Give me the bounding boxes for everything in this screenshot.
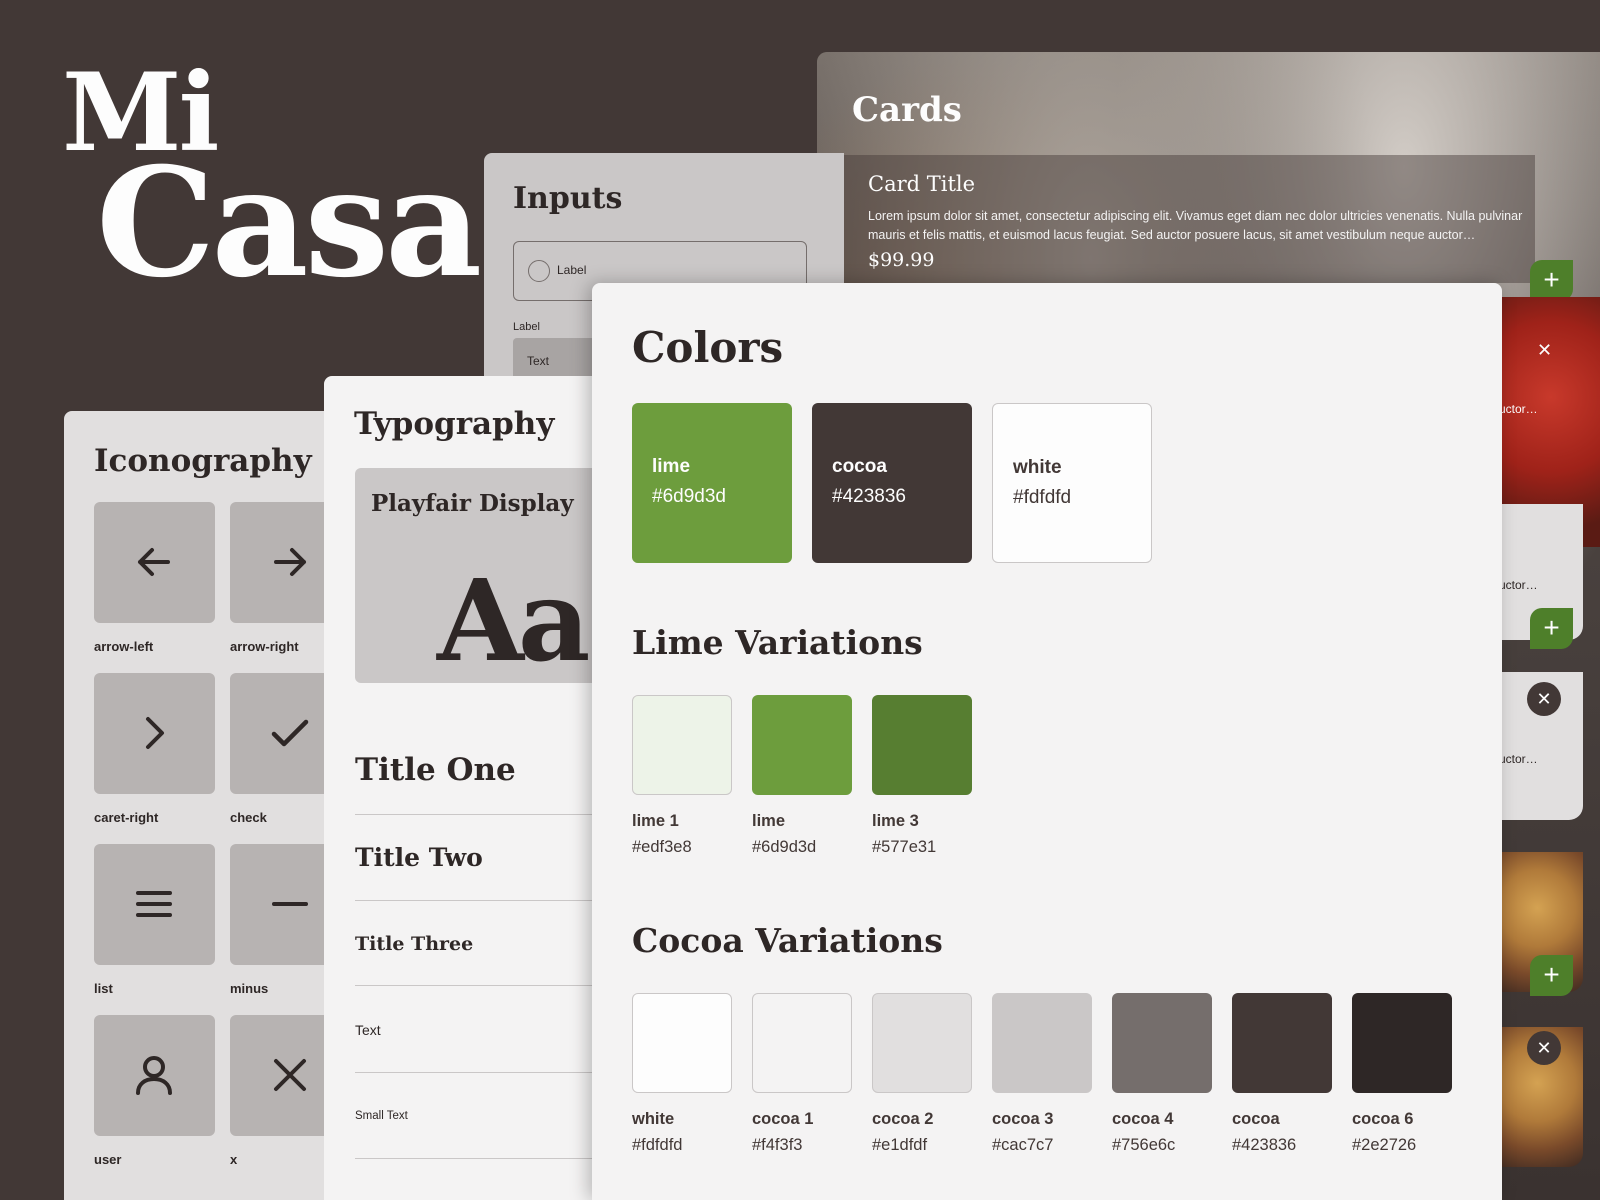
arrow-left-icon (138, 548, 170, 576)
caret-right-tile (94, 673, 215, 794)
swatch-name: cocoa 2 (872, 1110, 934, 1128)
close-circle-icon[interactable]: ✕ (1527, 682, 1561, 716)
iconography-title: Iconography (94, 443, 312, 479)
radio-label: Label (557, 263, 587, 277)
card-text-truncated: uctor… (1499, 402, 1538, 416)
icon-label: minus (230, 981, 269, 996)
color-swatch (1352, 993, 1452, 1093)
swatch-hex: #cac7c7 (992, 1136, 1054, 1154)
user-icon (136, 1056, 172, 1095)
check-icon (271, 719, 309, 747)
icon-label: x (230, 1152, 238, 1167)
text-field-value: Text (527, 354, 550, 368)
add-button[interactable]: + (1530, 955, 1573, 996)
typography-panel: Typography Playfair Display Aa Title One… (324, 376, 624, 1200)
card-title: Card Title (868, 172, 976, 196)
logo-line-casa: Casa (96, 135, 482, 311)
icon-label: arrow-left (94, 639, 154, 654)
arrow-right-icon (274, 548, 306, 576)
type-style-text: Text (355, 1022, 624, 1073)
user-tile (94, 1015, 215, 1136)
swatch-name: lime 1 (632, 812, 679, 830)
list-icon (136, 891, 172, 917)
typography-title: Typography (354, 406, 555, 442)
swatch-hex: #f4f3f3 (752, 1136, 803, 1154)
caret-right-icon (146, 717, 164, 749)
swatch-hex: #edf3e8 (632, 838, 692, 856)
swatch-name: cocoa 6 (1352, 1110, 1414, 1128)
colors-title: Colors (632, 323, 784, 372)
swatch-name: white (1013, 457, 1062, 478)
color-swatch (752, 993, 852, 1093)
swatch-name: white (632, 1110, 675, 1128)
color-swatch (1232, 993, 1332, 1093)
font-name: Playfair Display (371, 490, 574, 517)
cocoa-variations-title: Cocoa Variations (632, 921, 943, 960)
close-icon[interactable]: ✕ (1537, 340, 1552, 361)
card-text-truncated: uctor… (1499, 578, 1538, 592)
swatch-hex: #e1dfdf (872, 1136, 928, 1154)
list-tile (94, 844, 215, 965)
iconography-panel: Iconography arrow-left arrow-right caret… (64, 411, 364, 1200)
swatch-name: cocoa 4 (1112, 1110, 1174, 1128)
color-swatch (992, 993, 1092, 1093)
font-sample-card: Playfair Display Aa (355, 468, 615, 687)
card-description: Lorem ipsum dolor sit amet, consectetur … (868, 209, 1523, 242)
swatch-hex: #fdfdfd (1013, 487, 1072, 508)
colors-panel: Colors lime #6d9d3d cocoa #423836 white … (592, 283, 1502, 1200)
swatch-name: cocoa (832, 456, 887, 477)
swatch-cocoa: cocoa #423836 (812, 403, 972, 563)
type-style-title-two: Title Two (355, 843, 624, 901)
swatch-name: cocoa 1 (752, 1110, 814, 1128)
swatch-name: cocoa (1232, 1110, 1280, 1128)
minus-icon (272, 902, 308, 906)
swatch-hex: #fdfdfd (632, 1136, 683, 1154)
close-circle-icon[interactable]: ✕ (1527, 1031, 1561, 1065)
color-swatch (872, 695, 972, 795)
swatch-lime: lime #6d9d3d (632, 403, 792, 563)
swatch-hex: #2e2726 (1352, 1136, 1417, 1154)
swatch-white: white #fdfdfd (992, 403, 1152, 563)
add-button[interactable]: + (1530, 260, 1573, 301)
lime-variations-title: Lime Variations (632, 623, 923, 662)
icon-label: check (230, 810, 267, 825)
color-swatch (1112, 993, 1212, 1093)
swatch-name: lime 3 (872, 812, 919, 830)
swatch-hex: #6d9d3d (652, 486, 726, 507)
card-text-truncated: uctor… (1499, 752, 1538, 766)
swatch-hex: #756e6c (1112, 1136, 1176, 1154)
color-swatch (752, 695, 852, 795)
card-price: $99.99 (868, 249, 935, 271)
color-swatch (872, 993, 972, 1093)
swatch-hex: #423836 (832, 486, 906, 507)
inputs-title: Inputs (513, 181, 623, 216)
font-sample: Aa (437, 556, 590, 687)
radio-button[interactable] (528, 260, 550, 282)
cards-title: Cards (852, 90, 962, 130)
type-style-small-text: Small Text (355, 1110, 624, 1159)
swatch-name: lime (652, 456, 691, 477)
swatch-hex: #423836 (1232, 1136, 1297, 1154)
swatch-name: cocoa 3 (992, 1110, 1054, 1128)
color-swatch (632, 695, 732, 795)
icon-label: caret-right (94, 810, 159, 825)
swatch-hex: #577e31 (872, 838, 937, 856)
type-style-title-one: Title One (355, 752, 624, 815)
swatch-name: lime (752, 812, 786, 830)
color-swatch (632, 993, 732, 1093)
x-icon (274, 1059, 306, 1091)
icon-label: list (94, 981, 113, 996)
icon-label: arrow-right (230, 639, 299, 654)
swatch-hex: #6d9d3d (752, 838, 817, 856)
add-button[interactable]: + (1530, 608, 1573, 649)
type-style-title-three: Title Three (355, 933, 624, 986)
icon-label: user (94, 1152, 122, 1167)
arrow-left-tile (94, 502, 215, 623)
text-field-label: Label (513, 321, 540, 333)
